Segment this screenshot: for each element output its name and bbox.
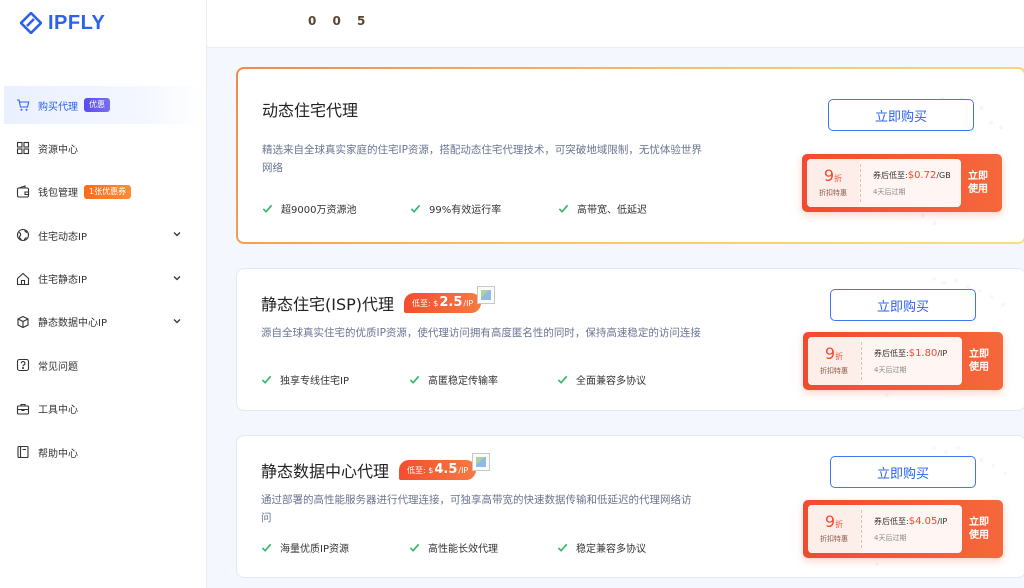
product-title: 静态住宅(ISP)代理 低至: $2.5/IP bbox=[261, 286, 496, 315]
sidebar-item-label: 住宅动态IP bbox=[38, 231, 87, 243]
check-icon bbox=[262, 204, 273, 213]
logo[interactable]: IPFLY bbox=[20, 9, 105, 37]
broken-image-icon bbox=[472, 453, 491, 471]
product-title: 静态数据中心代理 低至: $4.5/IP bbox=[261, 453, 491, 482]
feature-list: 独享专线住宅IP 高匿稳定传输率 全面兼容多协议 bbox=[261, 372, 705, 387]
sidebar-item-help-center[interactable]: 帮助中心 bbox=[4, 433, 204, 471]
check-icon bbox=[558, 204, 569, 213]
feature-list: 超9000万资源池 99%有效运行率 高带宽、低延迟 bbox=[262, 201, 706, 216]
feature-item: 高匿稳定传输率 bbox=[409, 372, 557, 387]
coupon-price: 券后低至:$1.80/IP bbox=[874, 347, 948, 359]
discount-badge: 优惠 bbox=[84, 98, 110, 112]
product-title: 动态住宅代理 bbox=[262, 101, 359, 120]
feature-item: 海量优质IP资源 bbox=[261, 540, 409, 555]
sidebar-item-buy-proxy[interactable]: 购买代理 优惠 bbox=[4, 86, 204, 124]
logo-mark-icon bbox=[20, 12, 42, 34]
chevron-down-icon[interactable] bbox=[172, 273, 182, 283]
feature-item: 独享专线住宅IP bbox=[261, 372, 409, 387]
top-header: 0 0 5 bbox=[207, 0, 1024, 48]
sidebar-item-label: 常见问题 bbox=[38, 361, 78, 373]
coupon-expire: 4天后过期 bbox=[874, 533, 907, 542]
coupon-discount: 9折 bbox=[824, 344, 844, 363]
product-description: 通过部署的高性能服务器进行代理连接，可独享高带宽的快速数据传输和低延迟的代理网络… bbox=[261, 494, 692, 524]
price-tag: 低至: $4.5/IP bbox=[399, 460, 477, 480]
sidebar-item-label: 钱包管理 bbox=[38, 188, 78, 200]
sidebar-nav: 购买代理 优惠 资源中心 钱包管理 1张优惠券 住宅动态IP 住宅静态IP 静态… bbox=[4, 86, 204, 477]
use-coupon-button[interactable]: 立即 使用 bbox=[960, 160, 996, 206]
sidebar-item-label: 工具中心 bbox=[38, 405, 78, 417]
buy-now-button[interactable]: 立即购买 bbox=[828, 99, 974, 131]
check-icon bbox=[557, 543, 568, 552]
sidebar-item-tool-center[interactable]: 工具中心 bbox=[4, 390, 204, 428]
sidebar-item-label: 资源中心 bbox=[38, 144, 78, 156]
product-description: 精选来自全球真实家庭的住宅IP资源，搭配动态住宅代理技术，可突破地域限制，无忧体… bbox=[262, 144, 702, 174]
use-coupon-button[interactable]: 立即 使用 bbox=[961, 338, 997, 384]
book-icon bbox=[16, 445, 30, 459]
coupon-discount-label: 折扣特惠 bbox=[819, 189, 847, 197]
coupon-card: 9折 折扣特惠 券后低至:$1.80/IP 4天后过期 立即 使用 bbox=[803, 332, 1003, 390]
coupon-expire: 4天后过期 bbox=[873, 187, 906, 196]
buy-now-button[interactable]: 立即购买 bbox=[830, 456, 976, 488]
feature-item: 99%有效运行率 bbox=[410, 201, 558, 216]
sidebar-item-label: 住宅静态IP bbox=[38, 275, 87, 287]
product-description: 源自全球真实住宅的优质IP资源，使代理访问拥有高度匿名性的同时，保持高速稳定的访… bbox=[261, 327, 701, 339]
check-icon bbox=[409, 375, 420, 384]
product-card-dynamic-residential: 动态住宅代理 精选来自全球真实家庭的住宅IP资源，搭配动态住宅代理技术，可突破地… bbox=[236, 67, 1024, 244]
home-icon bbox=[16, 272, 30, 286]
broken-image-icon bbox=[477, 286, 496, 304]
coupon-expire: 4天后过期 bbox=[874, 365, 907, 374]
price-tag: 低至: $2.5/IP bbox=[404, 293, 482, 313]
check-icon bbox=[261, 375, 272, 384]
sidebar-item-static-datacenter-ip[interactable]: 静态数据中心IP bbox=[4, 303, 204, 341]
coupon-price: 券后低至:$0.72/GB bbox=[873, 169, 951, 181]
sidebar-item-label: 帮助中心 bbox=[38, 448, 78, 460]
sidebar-item-residential-static-ip[interactable]: 住宅静态IP bbox=[4, 260, 204, 298]
sidebar-item-wallet[interactable]: 钱包管理 1张优惠券 bbox=[4, 173, 204, 211]
coupon-badge: 1张优惠券 bbox=[84, 184, 132, 199]
check-icon bbox=[410, 204, 421, 213]
check-icon bbox=[409, 543, 420, 552]
brand-name: IPFLY bbox=[48, 11, 106, 34]
cube-icon bbox=[16, 315, 30, 329]
feature-item: 高带宽、低延迟 bbox=[558, 201, 706, 216]
sidebar-item-resource-center[interactable]: 资源中心 bbox=[4, 129, 204, 167]
check-icon bbox=[557, 375, 568, 384]
grid-icon bbox=[16, 141, 30, 155]
coupon-card: 9折 折扣特惠 券后低至:$4.05/IP 4天后过期 立即 使用 bbox=[803, 500, 1003, 558]
coupon-discount: 9折 bbox=[823, 166, 843, 185]
buy-now-button[interactable]: 立即购买 bbox=[830, 289, 976, 321]
coupon-price: 券后低至:$4.05/IP bbox=[874, 515, 948, 527]
product-card-static-residential-isp: 静态住宅(ISP)代理 低至: $2.5/IP 源自全球真实住宅的优质IP资源，… bbox=[236, 268, 1024, 411]
toolbox-icon bbox=[16, 402, 30, 416]
coupon-discount-label: 折扣特惠 bbox=[820, 367, 848, 375]
sidebar-item-faq[interactable]: 常见问题 bbox=[4, 346, 204, 384]
product-card-static-datacenter: 静态数据中心代理 低至: $4.5/IP 通过部署的高性能服务器进行代理连接，可… bbox=[236, 435, 1024, 578]
feature-list: 海量优质IP资源 高性能长效代理 稳定兼容多协议 bbox=[261, 540, 705, 555]
check-icon bbox=[261, 543, 272, 552]
header-text: 0 0 5 bbox=[308, 14, 372, 28]
question-icon bbox=[16, 358, 30, 372]
feature-item: 超9000万资源池 bbox=[262, 201, 410, 216]
feature-item: 全面兼容多协议 bbox=[557, 372, 705, 387]
use-coupon-button[interactable]: 立即 使用 bbox=[961, 506, 997, 552]
coupon-card: 9折 折扣特惠 券后低至:$0.72/GB 4天后过期 立即 使用 bbox=[802, 154, 1002, 212]
wallet-icon bbox=[16, 185, 30, 199]
sidebar-item-label: 购买代理 bbox=[38, 101, 78, 113]
chevron-down-icon[interactable] bbox=[172, 229, 182, 239]
feature-item: 高性能长效代理 bbox=[409, 540, 557, 555]
sidebar-item-label: 静态数据中心IP bbox=[38, 318, 107, 330]
cart-icon bbox=[16, 98, 30, 112]
coupon-discount-label: 折扣特惠 bbox=[820, 535, 848, 543]
sidebar-item-residential-dynamic-ip[interactable]: 住宅动态IP bbox=[4, 216, 204, 254]
chevron-down-icon[interactable] bbox=[172, 316, 182, 326]
sidebar: IPFLY 购买代理 优惠 资源中心 钱包管理 1张优惠券 住宅动态IP 住宅静… bbox=[0, 0, 207, 588]
feature-item: 稳定兼容多协议 bbox=[557, 540, 705, 555]
globe-icon bbox=[16, 228, 30, 242]
coupon-discount: 9折 bbox=[824, 512, 844, 531]
